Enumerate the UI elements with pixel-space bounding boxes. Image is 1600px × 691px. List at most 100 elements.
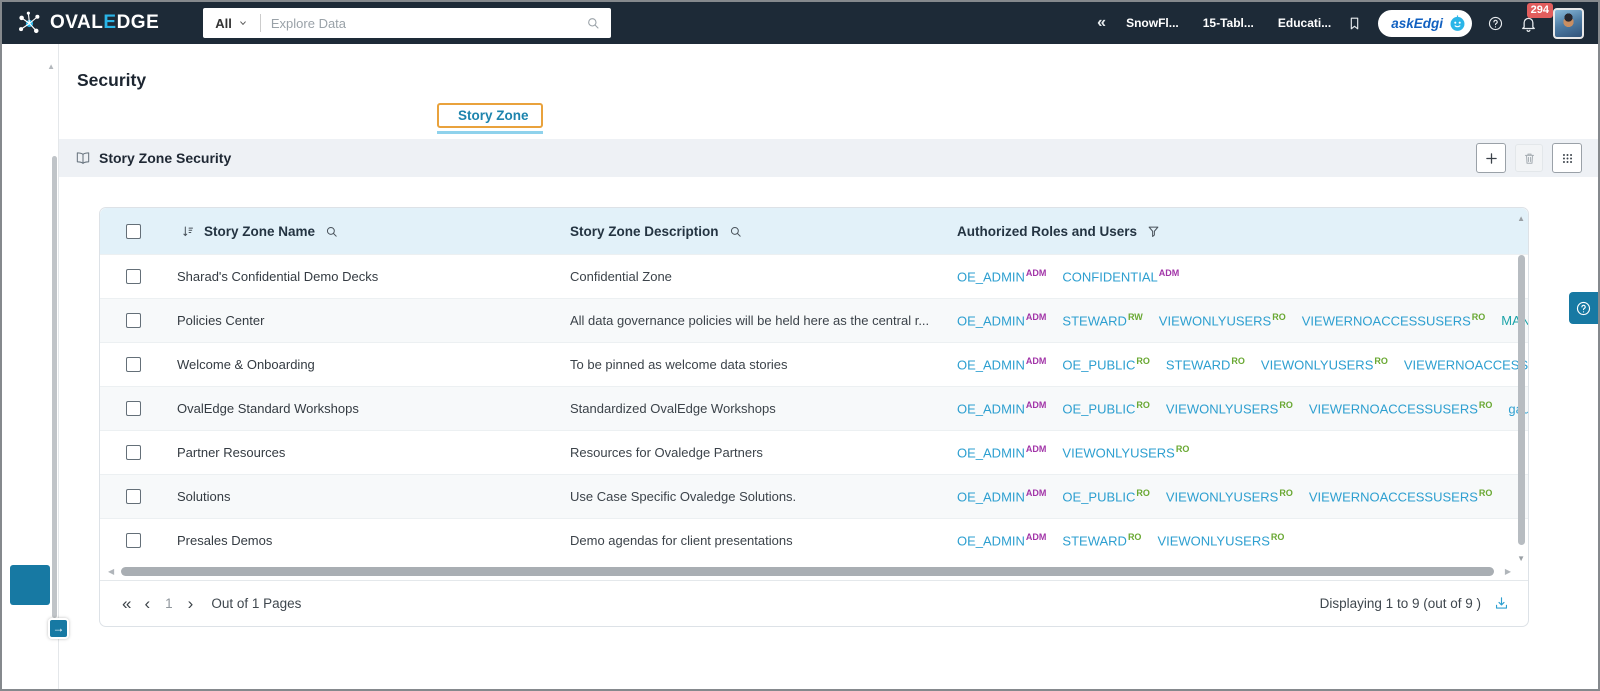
role-link[interactable]: VIEWERNOACCESSUSERSRO	[1309, 400, 1493, 416]
role-link[interactable]: VIEWONLYUSERSRO	[1157, 532, 1284, 548]
row-checkbox[interactable]	[126, 269, 141, 284]
collapse-recents-icon[interactable]: «	[1097, 14, 1106, 32]
table-row[interactable]: Sharad's Confidential Demo Decks Confiden…	[100, 254, 1528, 298]
sidebar-item-device[interactable]	[2, 44, 58, 60]
role-link[interactable]: VIEWONLYUSERSRO	[1062, 444, 1189, 460]
table-row[interactable]: Policies Center All data governance polic…	[100, 298, 1528, 342]
sidebar-item-timer[interactable]	[2, 480, 58, 522]
ovaledge-logo[interactable]: OVALEDGE	[16, 10, 159, 37]
column-header-description[interactable]: Story Zone Description	[570, 224, 719, 239]
role-link[interactable]: STEWARDRO	[1166, 356, 1245, 372]
role-link[interactable]: OE_PUBLICRO	[1062, 356, 1149, 372]
next-page-button[interactable]: ›	[188, 595, 194, 612]
filter-funnel-icon[interactable]	[1146, 224, 1161, 239]
table-horizontal-scrollbar[interactable]: ◀ ▶	[108, 565, 1520, 578]
table-vertical-scrollbar[interactable]: ▲ ▼	[1515, 208, 1526, 626]
vertical-scroll-thumb[interactable]	[1518, 255, 1525, 545]
recent-item[interactable]: 15-Tabl...	[1198, 15, 1254, 48]
sidebar-item-building[interactable]	[10, 565, 50, 605]
role-link[interactable]: OE_ADMINADM	[957, 444, 1046, 460]
role-link[interactable]: OE_ADMINADM	[957, 400, 1046, 416]
sidebar-item-chat[interactable]	[2, 354, 58, 396]
search-icon[interactable]	[585, 15, 601, 31]
role-link[interactable]: CONFIDENTIALADM	[1062, 268, 1179, 284]
role-link[interactable]: VIEWERNOACCESSUSERSRO	[1302, 312, 1486, 328]
row-checkbox[interactable]	[126, 401, 141, 416]
column-search-icon[interactable]	[324, 224, 339, 239]
ask-edgi-button[interactable]: askEdgi	[1378, 9, 1472, 37]
story-zone-name[interactable]: Solutions	[156, 489, 554, 504]
row-checkbox[interactable]	[126, 445, 141, 460]
row-checkbox[interactable]	[126, 489, 141, 504]
sidebar-scrollbar[interactable]	[52, 156, 57, 618]
story-zone-name[interactable]: Policies Center	[156, 313, 554, 328]
sidebar-item-folder[interactable]	[2, 396, 58, 438]
table-row[interactable]: Presales Demos Demo agendas for client pr…	[100, 518, 1528, 562]
sort-icon[interactable]	[180, 224, 195, 239]
story-zone-name[interactable]: Partner Resources	[156, 445, 554, 460]
role-link[interactable]: OE_ADMINADM	[957, 488, 1046, 504]
scroll-right-arrow[interactable]: ▶	[1505, 567, 1511, 576]
row-checkbox[interactable]	[126, 313, 141, 328]
search-input[interactable]	[270, 15, 586, 31]
table-row[interactable]: Welcome & Onboarding To be pinned as welc…	[100, 342, 1528, 386]
scroll-left-arrow[interactable]: ◀	[108, 567, 114, 576]
search-scope-dropdown[interactable]: All	[215, 16, 250, 31]
story-zone-name[interactable]: Presales Demos	[156, 533, 554, 548]
tab-story-zone[interactable]: Story Zone	[437, 102, 543, 134]
row-checkbox[interactable]	[126, 533, 141, 548]
delete-button[interactable]	[1515, 144, 1543, 172]
sidebar-scroll-up-icon[interactable]: ▲	[47, 62, 55, 71]
story-zone-name[interactable]: Sharad's Confidential Demo Decks	[156, 269, 554, 284]
current-page[interactable]: 1	[163, 596, 175, 611]
scroll-down-arrow[interactable]: ▼	[1517, 554, 1525, 563]
table-row[interactable]: Partner Resources Resources for Ovaledge …	[100, 430, 1528, 474]
recent-item[interactable]: SnowFl...	[1121, 15, 1179, 48]
column-header-roles[interactable]: Authorized Roles and Users	[957, 224, 1137, 239]
sidebar-item-open-book[interactable]	[2, 312, 58, 354]
role-link[interactable]: OE_ADMINADM	[957, 312, 1046, 328]
role-link[interactable]: STEWARDRO	[1062, 532, 1141, 548]
row-checkbox[interactable]	[126, 357, 141, 372]
global-search[interactable]: All	[203, 8, 612, 38]
help-icon[interactable]	[1487, 15, 1504, 32]
role-link[interactable]: VIEWONLYUSERSRO	[1166, 400, 1293, 416]
column-header-name[interactable]: Story Zone Name	[204, 224, 315, 239]
first-page-button[interactable]: «	[122, 595, 131, 612]
scroll-up-arrow[interactable]: ▲	[1517, 214, 1525, 223]
role-link[interactable]: VIEWONLYUSERSRO	[1166, 488, 1293, 504]
sidebar-item-clipboard[interactable]	[2, 144, 58, 186]
sidebar-item-hand-check[interactable]	[2, 186, 58, 228]
sidebar-item-bank[interactable]	[2, 228, 58, 270]
horizontal-scroll-thumb[interactable]	[121, 567, 1494, 576]
sidebar-item-database-check[interactable]	[2, 270, 58, 312]
sidebar-item-monitor-chart[interactable]	[2, 102, 58, 144]
help-flyout-button[interactable]	[1569, 292, 1598, 324]
role-link[interactable]: VIEWERNOACCESSUSERSRO	[1404, 356, 1528, 373]
role-link[interactable]: VIEWONLYUSERSRO	[1261, 356, 1388, 372]
role-link[interactable]: OE_ADMINADM	[957, 268, 1046, 284]
role-link[interactable]: VIEWERNOACCESSUSERSRO	[1309, 488, 1493, 504]
role-link[interactable]: STEWARDRW	[1062, 312, 1142, 328]
sidebar-expand-button[interactable]: →	[48, 618, 69, 639]
select-all-checkbox[interactable]	[126, 223, 141, 239]
sidebar-item-tools[interactable]	[2, 522, 58, 564]
bookmark-icon[interactable]	[1346, 15, 1363, 32]
add-story-zone-button[interactable]	[1476, 143, 1506, 173]
role-link[interactable]: OE_PUBLICRO	[1062, 400, 1149, 416]
table-row[interactable]: OvalEdge Standard Workshops Standardized …	[100, 386, 1528, 430]
notifications-bell[interactable]: 294	[1519, 2, 1553, 33]
prev-page-button[interactable]: ‹	[144, 595, 150, 612]
story-zone-name[interactable]: Welcome & Onboarding	[156, 357, 554, 372]
sidebar-item-code[interactable]	[2, 438, 58, 480]
column-search-icon[interactable]	[728, 224, 743, 239]
recent-item[interactable]: Educati...	[1273, 15, 1331, 48]
column-settings-button[interactable]	[1552, 143, 1582, 173]
role-link[interactable]: OE_PUBLICRO	[1062, 488, 1149, 504]
download-icon[interactable]	[1493, 595, 1510, 612]
role-link[interactable]: OE_ADMINADM	[957, 532, 1046, 548]
role-link[interactable]: VIEWONLYUSERSRO	[1159, 312, 1286, 328]
story-zone-name[interactable]: OvalEdge Standard Workshops	[156, 401, 554, 416]
role-link[interactable]: OE_ADMINADM	[957, 356, 1046, 372]
user-avatar[interactable]	[1553, 7, 1584, 39]
